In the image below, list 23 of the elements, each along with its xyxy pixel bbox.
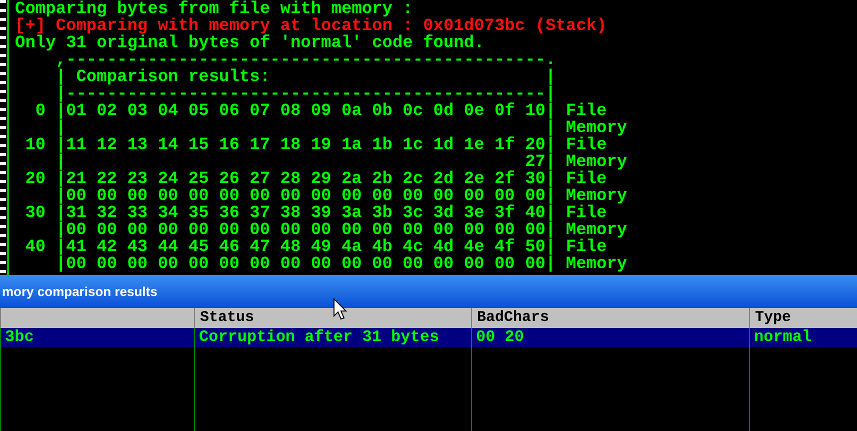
console-line: 40 |41 42 43 44 45 46 47 48 49 4a 4b 4c 4d 4e 4f 50| File: [24, 239, 607, 256]
table-cell: 00 20: [471, 328, 749, 347]
mouse-pointer-icon: [333, 298, 347, 320]
notice-line: [+] Comparing with memory at location : 0x01d073bc (Stack): [15, 18, 608, 35]
console-line: | 27| Memory: [54, 154, 628, 171]
console-line: | Comparison results: |: [54, 69, 557, 86]
console-line: |00 00 00 00 00 00 00 00 00 00 00 00 00 00 00 00| Memory: [54, 222, 628, 239]
console-line: Comparing bytes from file with memory :: [15, 1, 414, 18]
console-line: ,-----------------------------------------------.: [54, 52, 557, 69]
console-line: | | Memory: [54, 120, 628, 137]
table-cell: Corruption after 31 bytes: [194, 328, 471, 347]
console-line: |00 00 00 00 00 00 00 00 00 00 00 00 00 00 00 00| Memory: [54, 256, 628, 273]
console-line: 20 |21 22 23 24 25 26 27 28 29 2a 2b 2c 2d 2e 2f 30| File: [24, 171, 607, 188]
table-cell: 3bc: [0, 328, 194, 347]
table-cell: normal: [749, 328, 857, 347]
console-line: 30 |31 32 33 34 35 36 37 38 39 3a 3b 3c 3d 3e 3f 40| File: [24, 205, 607, 222]
console-line: |00 00 00 00 00 00 00 00 00 00 00 00 00 00 00 00| Memory: [54, 188, 628, 205]
window-title: mory comparison results: [2, 282, 158, 301]
console-line: Only 31 original bytes of 'normal' code found.: [15, 35, 486, 52]
console-line: 10 |11 12 13 14 15 16 17 18 19 1a 1b 1c 1d 1e 1f 20| File: [24, 137, 607, 154]
console-line: |-----------------------------------------------|: [54, 86, 557, 103]
console-line: 0 |01 02 03 04 05 06 07 08 09 0a 0b 0c 0d 0e 0f 10| File: [34, 103, 607, 120]
table-row[interactable]: 3bc Corruption after 31 bytes 00 20 normal: [0, 328, 857, 347]
